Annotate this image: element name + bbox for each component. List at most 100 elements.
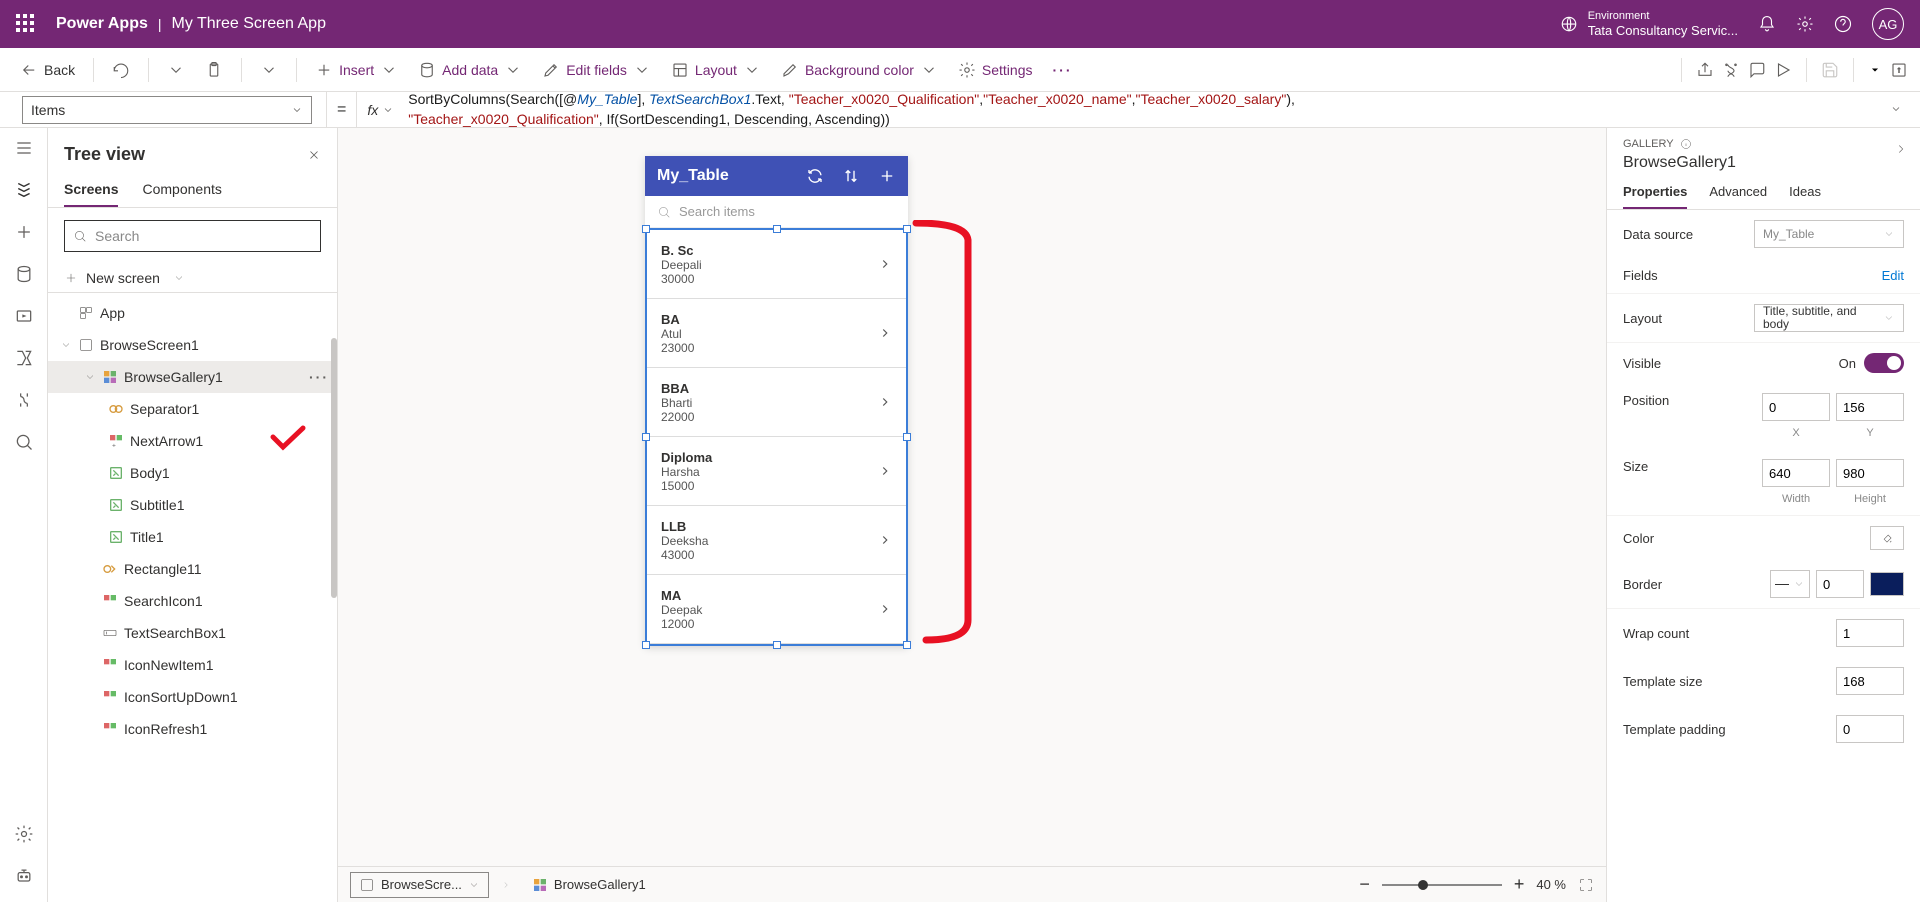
tab-ideas[interactable]: Ideas bbox=[1789, 176, 1821, 209]
wrap-input[interactable] bbox=[1836, 619, 1904, 647]
save-chevron-icon[interactable] bbox=[1868, 64, 1882, 76]
node-browsegallery[interactable]: BrowseGallery1··· bbox=[48, 361, 337, 393]
node-rectangle[interactable]: Rectangle11 bbox=[48, 553, 337, 585]
flow-icon[interactable] bbox=[14, 348, 34, 368]
border-color-picker[interactable] bbox=[1870, 572, 1904, 596]
chevron-right-icon[interactable] bbox=[878, 464, 892, 478]
border-width-input[interactable] bbox=[1816, 570, 1864, 598]
fit-icon[interactable] bbox=[1578, 877, 1594, 893]
node-separator[interactable]: Separator1 bbox=[48, 393, 337, 425]
border-style-dropdown[interactable] bbox=[1770, 570, 1810, 598]
add-data-button[interactable]: Add data bbox=[410, 54, 530, 86]
formula-text[interactable]: SortByColumns(Search([@My_Table], TextSe… bbox=[404, 90, 1872, 128]
zoom-out[interactable]: − bbox=[1359, 874, 1370, 895]
search-rail-icon[interactable] bbox=[14, 432, 34, 452]
node-app[interactable]: App bbox=[48, 297, 337, 329]
chevron-right-icon[interactable] bbox=[878, 257, 892, 271]
bell-icon[interactable] bbox=[1758, 15, 1776, 33]
node-title[interactable]: Title1 bbox=[48, 521, 337, 553]
help-icon[interactable] bbox=[1834, 15, 1852, 33]
expand-formula[interactable] bbox=[1872, 102, 1920, 118]
chevron-right-icon[interactable] bbox=[878, 395, 892, 409]
node-textsearchbox[interactable]: TextSearchBox1 bbox=[48, 617, 337, 649]
node-iconsort[interactable]: IconSortUpDown1 bbox=[48, 681, 337, 713]
media-icon[interactable] bbox=[14, 306, 34, 326]
refresh-icon[interactable] bbox=[806, 167, 824, 185]
tree-search-input[interactable]: Search bbox=[64, 220, 321, 252]
publish-icon[interactable] bbox=[1890, 61, 1908, 79]
gallery-card[interactable]: BBABharti22000 bbox=[647, 368, 906, 437]
hamburger-icon[interactable] bbox=[14, 138, 34, 158]
crumb-screen[interactable]: BrowseScre... bbox=[350, 872, 489, 898]
property-dropdown[interactable]: Items bbox=[22, 96, 312, 124]
close-panel-icon[interactable] bbox=[307, 148, 321, 162]
crumb-gallery[interactable]: BrowseGallery1 bbox=[523, 872, 655, 898]
settings-rail-icon[interactable] bbox=[14, 824, 34, 844]
undo-button[interactable] bbox=[104, 54, 138, 86]
color-picker[interactable] bbox=[1870, 526, 1904, 550]
add-icon[interactable] bbox=[14, 222, 34, 242]
tree-scrollbar[interactable] bbox=[331, 338, 337, 598]
variable-icon[interactable] bbox=[14, 390, 34, 410]
settings-button[interactable]: Settings bbox=[950, 54, 1041, 86]
tab-advanced[interactable]: Advanced bbox=[1709, 176, 1767, 209]
preview-search[interactable]: Search items bbox=[645, 196, 908, 228]
chevron-right-icon[interactable] bbox=[878, 602, 892, 616]
share-icon[interactable] bbox=[1696, 61, 1714, 79]
tree-icon[interactable] bbox=[14, 180, 34, 200]
back-button[interactable]: Back bbox=[12, 54, 83, 86]
chevron-right-icon[interactable] bbox=[1894, 142, 1908, 156]
gallery-selection[interactable]: B. ScDeepali30000 BAAtul23000 BBABharti2… bbox=[645, 228, 908, 646]
tab-properties[interactable]: Properties bbox=[1623, 176, 1687, 209]
datasource-dropdown[interactable]: My_Table bbox=[1754, 220, 1904, 248]
sort-icon[interactable] bbox=[842, 167, 860, 185]
pos-y-input[interactable] bbox=[1836, 393, 1904, 421]
save-icon[interactable] bbox=[1821, 61, 1839, 79]
template-size-input[interactable] bbox=[1836, 667, 1904, 695]
gallery-card[interactable]: DiplomaHarsha15000 bbox=[647, 437, 906, 506]
gallery-card[interactable]: MADeepak12000 bbox=[647, 575, 906, 644]
layout-button[interactable]: Layout bbox=[663, 54, 769, 86]
visible-toggle[interactable] bbox=[1864, 353, 1904, 373]
pos-x-input[interactable] bbox=[1762, 393, 1830, 421]
edit-fields-button[interactable]: Edit fields bbox=[534, 54, 659, 86]
node-body[interactable]: Body1 bbox=[48, 457, 337, 489]
info-icon[interactable] bbox=[1680, 138, 1692, 150]
paste-button[interactable] bbox=[197, 54, 231, 86]
new-screen-button[interactable]: New screen bbox=[48, 264, 337, 292]
node-subtitle[interactable]: Subtitle1 bbox=[48, 489, 337, 521]
chevron-right-icon[interactable] bbox=[878, 533, 892, 547]
height-input[interactable] bbox=[1836, 459, 1904, 487]
tab-screens[interactable]: Screens bbox=[64, 173, 118, 207]
user-avatar[interactable]: AG bbox=[1872, 8, 1904, 40]
bot-icon[interactable] bbox=[14, 866, 34, 886]
chevron-right-icon[interactable] bbox=[878, 326, 892, 340]
edit-fields-link[interactable]: Edit bbox=[1882, 268, 1904, 283]
node-iconnewitem[interactable]: IconNewItem1 bbox=[48, 649, 337, 681]
width-input[interactable] bbox=[1762, 459, 1830, 487]
more-button[interactable]: ··· bbox=[1045, 54, 1081, 86]
tab-components[interactable]: Components bbox=[142, 173, 221, 207]
environment-picker[interactable]: EnvironmentTata Consultancy Servic... bbox=[1560, 10, 1738, 39]
node-searchicon[interactable]: SearchIcon1 bbox=[48, 585, 337, 617]
gallery-card[interactable]: BAAtul23000 bbox=[647, 299, 906, 368]
checker-icon[interactable] bbox=[1722, 61, 1740, 79]
node-iconrefresh[interactable]: IconRefresh1 bbox=[48, 713, 337, 745]
data-icon[interactable] bbox=[14, 264, 34, 284]
template-padding-input[interactable] bbox=[1836, 715, 1904, 743]
node-more-icon[interactable]: ··· bbox=[309, 369, 329, 385]
gallery-card[interactable]: B. ScDeepali30000 bbox=[647, 230, 906, 299]
layout-dropdown[interactable]: Title, subtitle, and body bbox=[1754, 304, 1904, 332]
gallery-card[interactable]: LLBDeeksha43000 bbox=[647, 506, 906, 575]
zoom-in[interactable]: + bbox=[1514, 874, 1525, 895]
zoom-slider[interactable] bbox=[1382, 884, 1502, 886]
bg-color-button[interactable]: Background color bbox=[773, 54, 946, 86]
node-nextarrow[interactable]: +NextArrow1 bbox=[48, 425, 337, 457]
gear-icon[interactable] bbox=[1796, 15, 1814, 33]
plus-icon[interactable] bbox=[878, 167, 896, 185]
insert-button[interactable]: Insert bbox=[307, 54, 406, 86]
undo-chevron[interactable] bbox=[159, 54, 193, 86]
node-browsescreen[interactable]: BrowseScreen1 bbox=[48, 329, 337, 361]
waffle-icon[interactable] bbox=[16, 14, 36, 34]
play-icon[interactable] bbox=[1774, 61, 1792, 79]
